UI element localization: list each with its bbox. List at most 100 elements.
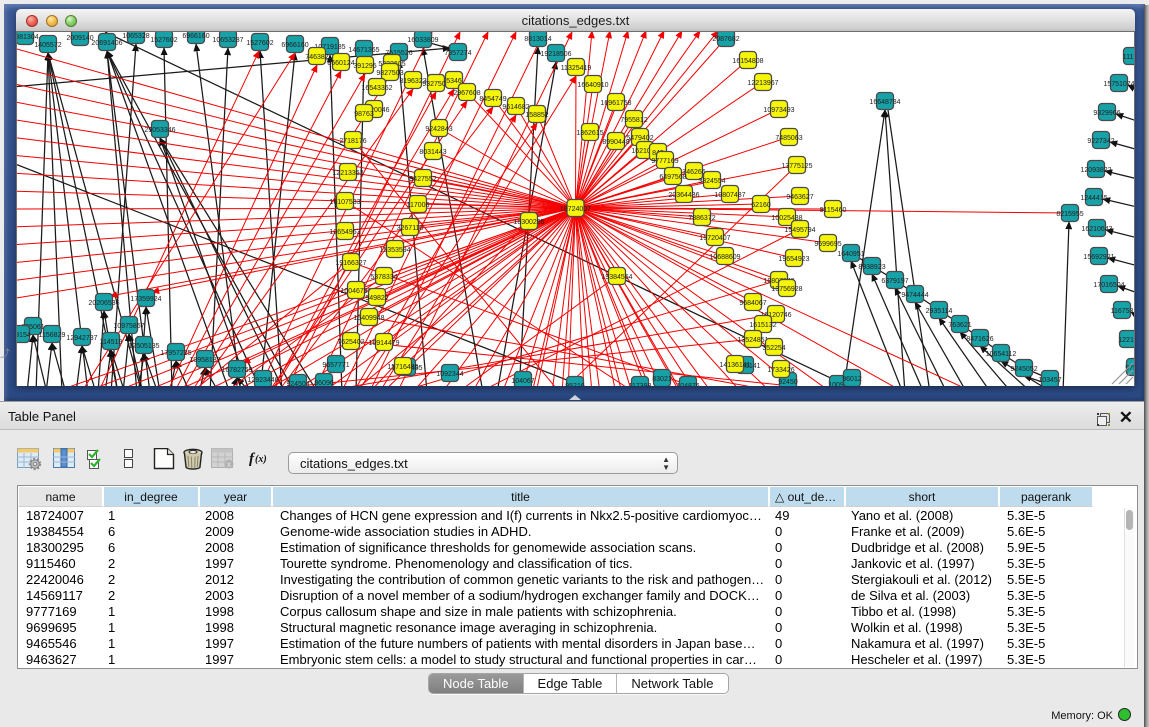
- svg-text:16648784: 16648784: [869, 99, 900, 106]
- svg-text:39154: 39154: [17, 332, 31, 339]
- svg-text:3267110: 3267110: [397, 225, 424, 232]
- svg-text:9427552: 9427552: [409, 176, 436, 183]
- svg-text:14136141: 14136141: [719, 362, 750, 369]
- svg-text:95216: 95216: [565, 383, 585, 386]
- svg-text:1733426: 1733426: [767, 367, 794, 374]
- svg-text:17016504: 17016504: [1093, 282, 1124, 289]
- svg-text:9827503: 9827503: [376, 70, 403, 77]
- svg-text:16961758: 16961758: [600, 100, 631, 107]
- svg-text:7485063: 7485063: [775, 135, 802, 142]
- svg-text:25053346: 25053346: [144, 127, 175, 134]
- svg-text:16154808: 16154808: [732, 58, 763, 65]
- svg-text:1615132: 1615132: [749, 322, 776, 329]
- svg-text:9614682: 9614682: [502, 104, 529, 111]
- svg-text:1065328: 1065328: [122, 33, 149, 40]
- svg-text:9227342: 9227342: [1087, 138, 1114, 145]
- svg-text:12213967: 12213967: [747, 80, 778, 87]
- svg-text:9115460: 9115460: [820, 207, 847, 214]
- svg-text:6966160: 6966160: [182, 33, 209, 40]
- svg-text:10688609: 10688609: [709, 254, 740, 261]
- svg-text:14671365: 14671365: [348, 47, 379, 54]
- svg-text:15353594: 15353594: [379, 247, 410, 254]
- svg-text:12923446: 12923446: [247, 377, 278, 384]
- svg-text:1640951: 1640951: [837, 251, 864, 258]
- svg-text:6497568: 6497568: [659, 174, 686, 181]
- svg-text:19166327: 19166327: [335, 260, 366, 267]
- svg-text:x: x: [227, 460, 231, 469]
- svg-text:9242843: 9242843: [425, 126, 452, 133]
- svg-text:9329966: 9329966: [1093, 110, 1120, 117]
- svg-text:949822: 949822: [365, 295, 388, 302]
- svg-text:924504: 924504: [286, 381, 309, 386]
- svg-text:17359924: 17359924: [130, 296, 161, 303]
- svg-text:16640910: 16640910: [577, 82, 608, 89]
- svg-text:16543362: 16543362: [361, 85, 392, 92]
- svg-text:15716485: 15716485: [387, 364, 418, 371]
- svg-text:12942737: 12942737: [66, 335, 97, 342]
- svg-text:16107533: 16107533: [329, 199, 360, 206]
- svg-text:9245052: 9245052: [1010, 366, 1037, 373]
- svg-text:96012: 96012: [842, 376, 862, 383]
- svg-text:9657771: 9657771: [322, 362, 349, 369]
- svg-text:16033809: 16033809: [407, 37, 438, 44]
- svg-text:3824554: 3824554: [698, 178, 725, 185]
- svg-text:7886372: 7886372: [688, 215, 715, 222]
- svg-text:1156829: 1156829: [39, 332, 66, 339]
- svg-text:11171: 11171: [1123, 54, 1134, 61]
- svg-text:6379197: 6379197: [881, 278, 908, 285]
- svg-text:20691406: 20691406: [91, 40, 122, 47]
- svg-text:8471626: 8471626: [966, 336, 993, 343]
- svg-text:2967608: 2967608: [453, 90, 480, 97]
- svg-text:10973493: 10973493: [763, 107, 794, 114]
- svg-text:20364436: 20364436: [668, 192, 699, 199]
- svg-text:83021: 83021: [652, 376, 672, 383]
- svg-text:19654923: 19654923: [778, 256, 809, 263]
- svg-text:15692921: 15692921: [1083, 254, 1114, 261]
- svg-text:10654112: 10654112: [986, 351, 1017, 358]
- svg-text:86096: 86096: [314, 380, 334, 386]
- svg-text:2009140: 2009140: [66, 35, 93, 42]
- svg-text:10653287: 10653287: [212, 37, 243, 44]
- svg-text:13775125: 13775125: [781, 163, 812, 170]
- svg-text:104067: 104067: [511, 378, 534, 385]
- svg-text:5378334: 5378334: [370, 274, 397, 281]
- svg-text:104876: 104876: [676, 383, 699, 386]
- svg-text:12093822: 12093822: [1080, 167, 1111, 174]
- svg-text:8215955: 8215955: [1056, 211, 1083, 218]
- svg-text:8454749: 8454749: [479, 96, 506, 103]
- svg-text:9474444: 9474444: [901, 292, 928, 299]
- svg-text:92450: 92450: [778, 379, 798, 386]
- svg-text:11325419: 11325419: [561, 65, 592, 72]
- svg-text:1405572: 1405572: [34, 42, 61, 49]
- svg-text:117398: 117398: [629, 383, 652, 386]
- svg-text:1092344: 1092344: [436, 371, 463, 378]
- svg-text:8660124: 8660124: [327, 60, 354, 67]
- svg-text:1527602: 1527602: [150, 37, 177, 44]
- svg-text:18724007: 18724007: [560, 206, 591, 213]
- svg-text:20206536: 20206536: [88, 300, 119, 307]
- svg-text:7357274: 7357274: [444, 50, 471, 57]
- svg-text:352254: 352254: [762, 345, 785, 352]
- svg-text:19384554: 19384554: [601, 274, 632, 281]
- svg-text:18300295: 18300295: [513, 219, 544, 226]
- svg-text:10046798: 10046798: [340, 288, 371, 295]
- svg-text:8938923: 8938923: [858, 264, 885, 271]
- svg-text:746382: 746382: [305, 54, 328, 61]
- svg-text:15495794: 15495794: [784, 227, 815, 234]
- svg-text:12505135: 12505135: [128, 343, 159, 350]
- svg-text:19218506: 19218506: [540, 51, 571, 58]
- svg-text:9684067: 9684067: [739, 300, 766, 307]
- svg-text:8031443: 8031443: [419, 149, 446, 156]
- svg-text:9777169: 9777169: [651, 158, 678, 165]
- svg-text:13756928: 13756928: [771, 286, 802, 293]
- svg-text:2935114: 2935114: [926, 308, 953, 315]
- svg-text:16914479: 16914479: [368, 340, 399, 347]
- svg-text:10975867: 10975867: [113, 323, 144, 330]
- svg-text:6966160: 6966160: [281, 42, 308, 49]
- svg-text:114519: 114519: [100, 339, 123, 346]
- svg-text:7625402: 7625402: [337, 339, 364, 346]
- svg-text:8813014: 8813014: [524, 36, 551, 43]
- svg-text:15409948: 15409948: [353, 315, 384, 322]
- svg-text:1362615: 1362615: [576, 130, 603, 137]
- svg-text:9699695: 9699695: [814, 241, 841, 248]
